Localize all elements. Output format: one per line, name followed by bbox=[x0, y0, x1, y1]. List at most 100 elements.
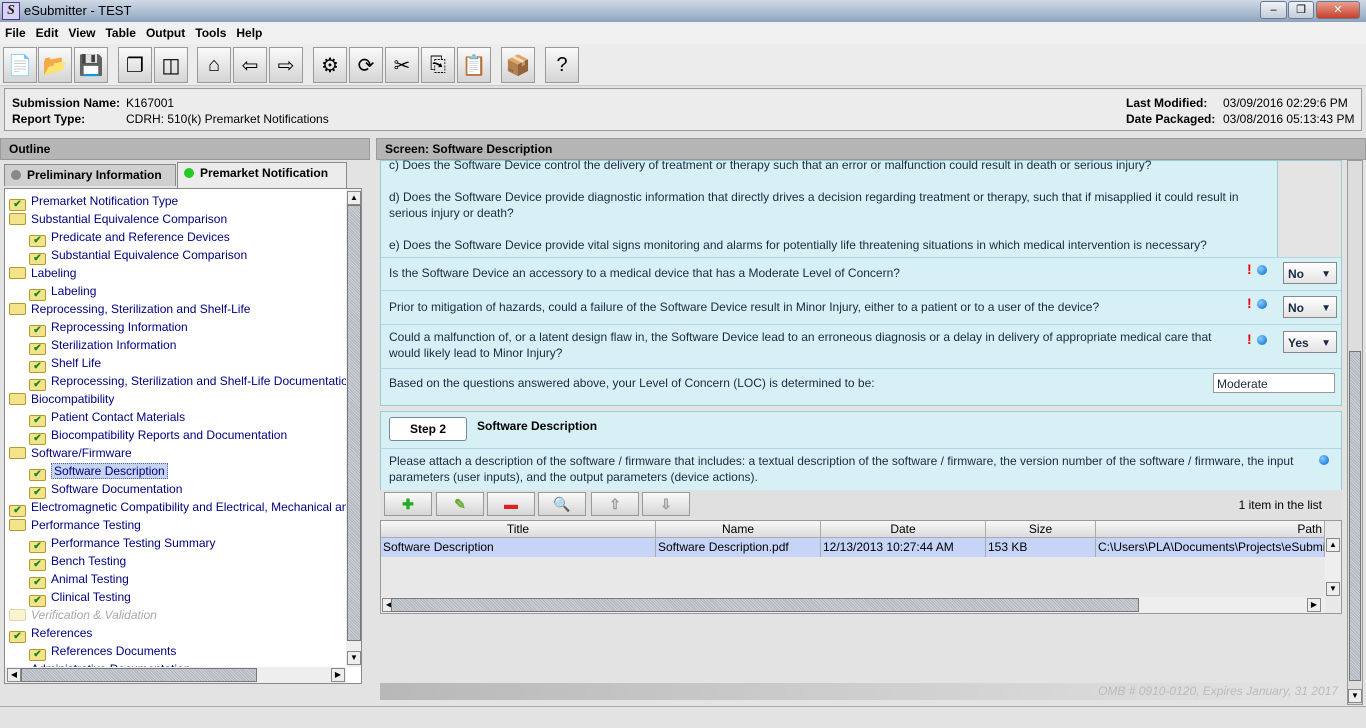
column-header-size[interactable]: Size bbox=[986, 521, 1096, 538]
scroll-thumb[interactable] bbox=[391, 598, 1139, 612]
folder-icon bbox=[9, 447, 26, 459]
tree-item[interactable]: ✔ References bbox=[9, 624, 361, 643]
table-cell[interactable]: C:\Users\PLA\Documents\Projects\eSubmitt… bbox=[1096, 538, 1325, 557]
table-vertical-scrollbar[interactable]: ▲ ▼ bbox=[1325, 538, 1341, 596]
menu-output[interactable]: Output bbox=[141, 22, 190, 40]
app-logo-icon: S bbox=[2, 2, 20, 20]
scroll-up-icon[interactable]: ▲ bbox=[347, 191, 361, 205]
gears-run-button[interactable]: ⚙ bbox=[313, 47, 347, 83]
tree-item[interactable]: ✔ Substantial Equivalence Comparison bbox=[9, 246, 361, 265]
tab-premarket-notification[interactable]: Premarket Notification bbox=[177, 162, 347, 188]
screen-vertical-scrollbar[interactable]: ▼ bbox=[1347, 160, 1363, 705]
tree-item[interactable]: Verification & Validation bbox=[9, 606, 361, 624]
tree-item[interactable]: ✔ Electromagnetic Compatibility and Elect… bbox=[9, 498, 361, 517]
answer-select[interactable]: No bbox=[1283, 296, 1337, 318]
table-cell[interactable]: 12/13/2013 10:27:44 AM bbox=[821, 538, 986, 557]
open-folder-button[interactable]: 📂 bbox=[38, 47, 72, 83]
move-down-button[interactable]: ⇩ bbox=[642, 492, 690, 516]
tree-item[interactable]: ✔ Software Description bbox=[9, 462, 361, 481]
tree-item[interactable]: ✔ Patient Contact Materials bbox=[9, 408, 361, 427]
minimize-button[interactable]: – bbox=[1260, 1, 1287, 19]
package-button[interactable]: 📦 bbox=[501, 47, 535, 83]
maximize-button[interactable]: ❐ bbox=[1288, 1, 1314, 19]
help-button[interactable]: ? bbox=[545, 47, 579, 83]
cascade-windows-button[interactable]: ❐ bbox=[118, 47, 152, 83]
tree-item[interactable]: ✔ Sterilization Information bbox=[9, 336, 361, 355]
date-packaged: 03/08/2016 05:13:43 PM bbox=[1223, 112, 1355, 126]
table-cell[interactable]: 153 KB bbox=[986, 538, 1096, 557]
column-header-title[interactable]: Title bbox=[381, 521, 656, 538]
menu-help[interactable]: Help bbox=[231, 22, 267, 40]
tree-item[interactable]: ✔ Performance Testing Summary bbox=[9, 534, 361, 553]
move-up-button[interactable]: ⇧ bbox=[591, 492, 639, 516]
tree-item[interactable]: ✔ Reprocessing, Sterilization and Shelf-L… bbox=[9, 372, 361, 391]
menu-view[interactable]: View bbox=[63, 22, 100, 40]
remove-button[interactable]: ▬ bbox=[487, 492, 535, 516]
menu-file[interactable]: File bbox=[0, 22, 31, 40]
tree-item[interactable]: Reprocessing, Sterilization and Shelf-Li… bbox=[9, 300, 361, 318]
tree-horizontal-scrollbar[interactable]: ◀ ▶ bbox=[5, 667, 346, 683]
search-button[interactable]: 🔍 bbox=[538, 492, 586, 516]
tree-item[interactable]: Software/Firmware bbox=[9, 444, 361, 462]
tree-item-label: References Documents bbox=[51, 644, 177, 658]
tree-item-label: Reprocessing, Sterilization and Shelf-Li… bbox=[31, 302, 251, 316]
answer-select[interactable]: No bbox=[1283, 262, 1337, 284]
tree-item[interactable]: ✔ Reprocessing Information bbox=[9, 318, 361, 337]
move-down-icon: ⇩ bbox=[660, 496, 672, 512]
answer-select[interactable]: Yes bbox=[1283, 331, 1337, 353]
tree-item[interactable]: ✔ Animal Testing bbox=[9, 570, 361, 589]
scroll-down-icon[interactable]: ▼ bbox=[1326, 582, 1340, 596]
column-header-path[interactable]: Path bbox=[1096, 521, 1325, 538]
tree-item[interactable]: ✔ Biocompatibility Reports and Documentat… bbox=[9, 426, 361, 445]
tree-item[interactable]: ✔ Predicate and Reference Devices bbox=[9, 228, 361, 247]
tree-item[interactable]: ✔ Shelf Life bbox=[9, 354, 361, 373]
tree-item[interactable]: Labeling bbox=[9, 264, 361, 282]
tree-item[interactable]: Performance Testing bbox=[9, 516, 361, 534]
menu-table[interactable]: Table bbox=[100, 22, 140, 40]
scroll-left-icon[interactable]: ◀ bbox=[7, 668, 21, 682]
scroll-down-icon[interactable]: ▼ bbox=[1348, 689, 1362, 703]
column-header-name[interactable]: Name bbox=[656, 521, 821, 538]
scroll-down-icon[interactable]: ▼ bbox=[347, 651, 361, 665]
tree-item[interactable]: ✔ Premarket Notification Type bbox=[9, 192, 361, 211]
tree-item-label: Biocompatibility Reports and Documentati… bbox=[51, 428, 288, 442]
folder-icon bbox=[9, 393, 26, 405]
tree-item[interactable]: ✔ References Documents bbox=[9, 642, 361, 661]
back-arrow-button[interactable]: ⇦ bbox=[233, 47, 267, 83]
tree-item[interactable]: ✔ Bench Testing bbox=[9, 552, 361, 571]
tree-item[interactable]: Substantial Equivalence Comparison bbox=[9, 210, 361, 228]
table-cell[interactable]: Software Description bbox=[381, 538, 656, 557]
scroll-thumb[interactable] bbox=[1349, 351, 1361, 681]
level-of-concern-questions: c) Does the Software Device control the … bbox=[380, 158, 1342, 406]
paste-button[interactable]: 📋 bbox=[457, 47, 491, 83]
submission-name-label: Submission Name: bbox=[12, 96, 121, 110]
tree-item[interactable]: ✔ Clinical Testing bbox=[9, 588, 361, 607]
column-header-date[interactable]: Date bbox=[821, 521, 986, 538]
menu-tools[interactable]: Tools bbox=[190, 22, 231, 40]
forward-arrow-button[interactable]: ⇨ bbox=[269, 47, 303, 83]
tree-vertical-scrollbar[interactable]: ▲ ▼ bbox=[346, 189, 361, 667]
scroll-up-icon[interactable]: ▲ bbox=[1326, 538, 1340, 552]
scroll-thumb[interactable] bbox=[347, 205, 361, 641]
scroll-thumb[interactable] bbox=[21, 668, 257, 682]
table-horizontal-scrollbar[interactable]: ◀ ▶ bbox=[381, 597, 1325, 613]
copy-button[interactable]: ⎘ bbox=[421, 47, 455, 83]
tree-item[interactable]: ✔ Software Documentation bbox=[9, 480, 361, 499]
scroll-right-icon[interactable]: ▶ bbox=[1307, 598, 1321, 612]
add-button[interactable]: ✚ bbox=[384, 492, 432, 516]
save-button[interactable]: 💾 bbox=[74, 47, 108, 83]
table-cell[interactable]: Software Description.pdf bbox=[656, 538, 821, 557]
close-button[interactable]: ✕ bbox=[1316, 1, 1360, 19]
split-view-button[interactable]: ◫ bbox=[154, 47, 188, 83]
cut-button[interactable]: ✂ bbox=[385, 47, 419, 83]
scroll-right-icon[interactable]: ▶ bbox=[331, 668, 345, 682]
tree-item[interactable]: ✔ Labeling bbox=[9, 282, 361, 301]
tab-preliminary-information[interactable]: Preliminary Information bbox=[4, 164, 176, 186]
tree-item[interactable]: Biocompatibility bbox=[9, 390, 361, 408]
edit-pencil-button[interactable]: ✎ bbox=[436, 492, 484, 516]
home-button[interactable]: ⌂ bbox=[197, 47, 231, 83]
menu-edit[interactable]: Edit bbox=[31, 22, 64, 40]
new-document-button[interactable]: 📄 bbox=[3, 47, 37, 83]
refresh-button[interactable]: ⟳ bbox=[349, 47, 383, 83]
search-icon: 🔍 bbox=[553, 496, 571, 512]
